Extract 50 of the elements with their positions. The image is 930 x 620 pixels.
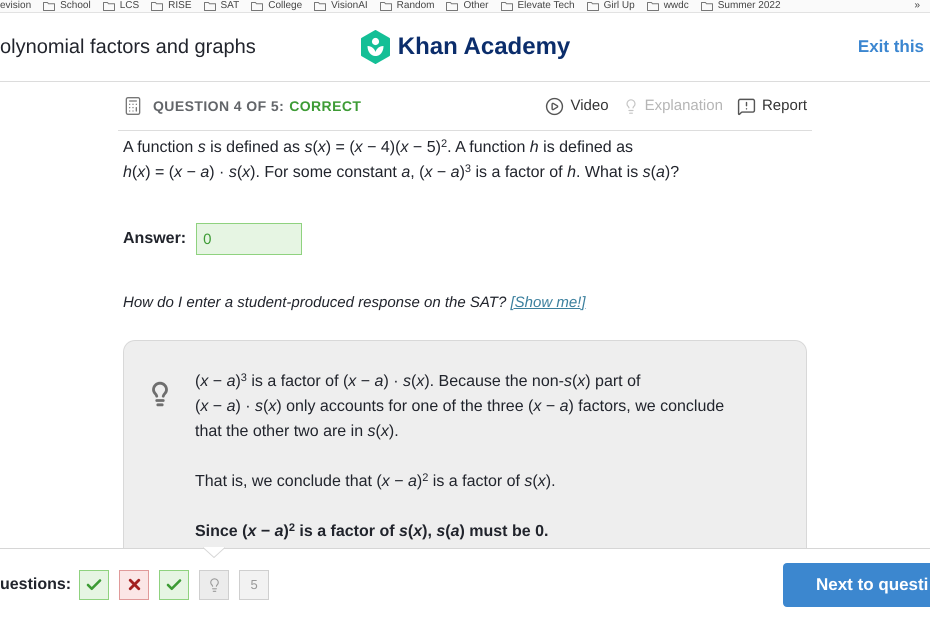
hint-paragraph: (x − a)$^{3}$ is a factor of (x − a) · s(x). Because the non-s(x) part of (x − a) · s(x) only accounts for one of the three (x − a) factors, we conclude that the other two are in s(x). — [195, 370, 724, 442]
logo-icon — [360, 30, 391, 64]
question-progress-box[interactable] — [119, 570, 150, 600]
page-title: olynomial factors and graphs — [0, 35, 256, 60]
folder-icon — [251, 1, 264, 11]
bookmark-item[interactable]: School — [60, 0, 91, 12]
bookmark-item[interactable]: SAT — [220, 0, 240, 12]
bookmark-item[interactable]: Elevate Tech — [518, 0, 575, 12]
play-icon — [545, 96, 564, 116]
hint-paragraph: That is, we conclude that (x − a)$^{2}$ is a factor of s(x). — [195, 470, 556, 492]
bookmark-item[interactable]: VisionAI — [331, 0, 368, 12]
calculator-icon[interactable] — [123, 95, 143, 117]
bookmark-item[interactable]: Random — [396, 0, 434, 12]
folder-icon — [151, 1, 164, 11]
show-me-link[interactable]: [Show me!] — [510, 294, 586, 311]
next-question-button[interactable]: Next to questi — [783, 562, 930, 606]
folder-icon — [586, 1, 599, 11]
report-icon — [736, 96, 756, 116]
bookmark-item[interactable]: Other — [463, 0, 488, 12]
folder-icon — [204, 1, 216, 11]
question-counter: QUESTION 4 OF 5: — [153, 96, 284, 116]
bookmark-item[interactable]: Girl Up — [604, 0, 635, 12]
question-progress-box[interactable] — [159, 570, 190, 600]
bookmark-item[interactable]: College — [268, 0, 302, 12]
folder-icon — [314, 1, 326, 11]
cross-icon — [126, 576, 143, 593]
folder-icon — [380, 1, 392, 11]
help-question-text: How do I enter a student-produced response on the SAT? — [123, 294, 506, 311]
hint-paragraph: Since (x − a)$^{2}$ is a factor of s(x), s(a) must be 0. — [195, 520, 548, 542]
question-progress-box[interactable] — [79, 570, 110, 600]
bookmark-item[interactable]: evision — [0, 0, 32, 12]
toolbar-action-button[interactable]: Report — [736, 94, 807, 118]
bookmark-item[interactable]: LCS — [120, 0, 140, 12]
questions-label: uestions: — [0, 574, 72, 594]
folder-icon — [646, 1, 659, 11]
folder-icon — [500, 1, 512, 11]
folder-icon — [102, 1, 115, 11]
status-label: CORRECT — [289, 96, 362, 116]
folder-icon — [446, 1, 458, 11]
folder-icon — [700, 1, 713, 11]
answer-label: Answer: — [123, 229, 186, 249]
bookmarks-overflow[interactable]: » — [914, 0, 920, 12]
exit-link[interactable]: Exit this — [858, 34, 924, 60]
bookmark-item[interactable]: wwdc — [664, 0, 689, 12]
logo-text: Khan Academy — [398, 32, 570, 62]
question-text: A function s is defined as s(x) = (x − 4)(x − 5)$^{2}$. A function h is defined as h(x) = (x − a) · s(x). For some constant a, (x − a)$^{3}$ is a factor of h. What is s(a)? — [123, 136, 680, 183]
toolbar-action-button[interactable]: Video — [545, 94, 609, 118]
bookmark-item[interactable]: Summer 2022 — [718, 0, 781, 12]
bookmark-item[interactable]: RISE — [168, 0, 192, 12]
folder-icon — [43, 1, 56, 11]
